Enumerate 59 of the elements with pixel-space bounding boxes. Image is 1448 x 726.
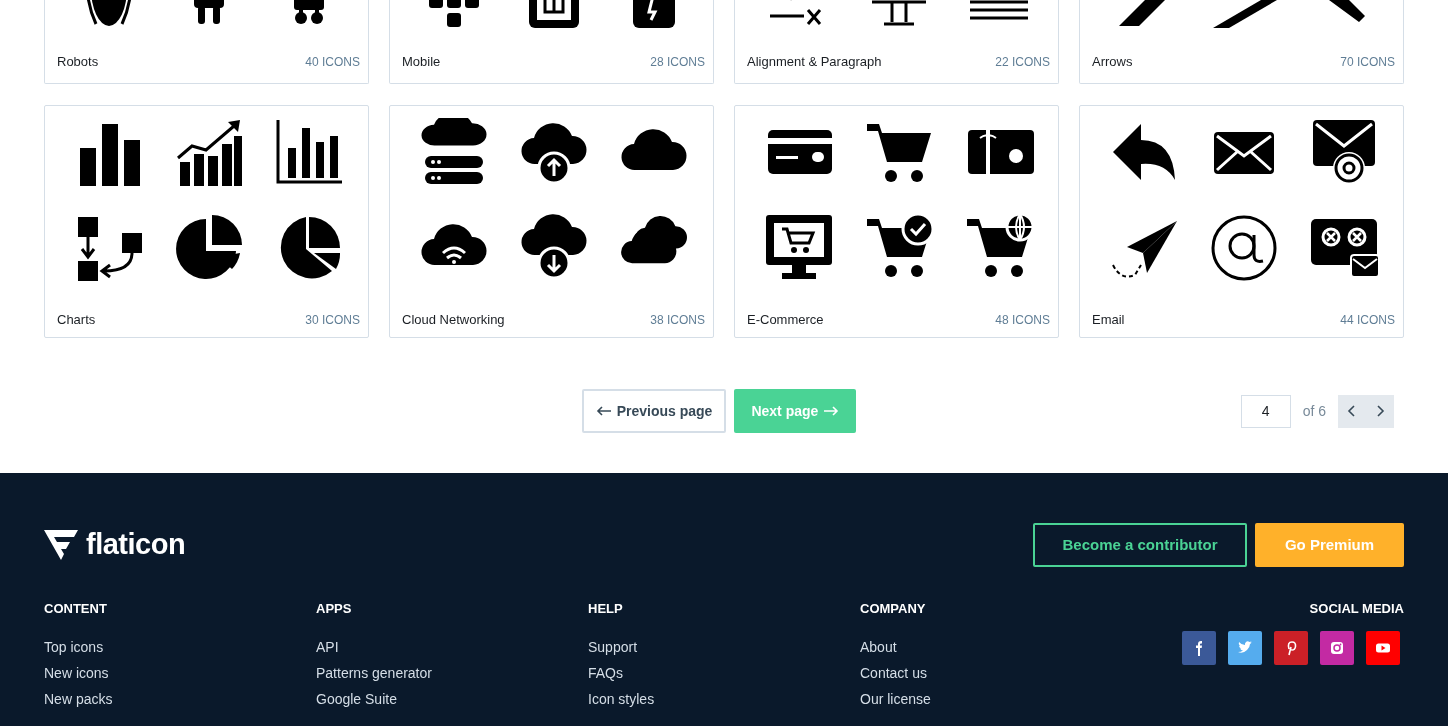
icon-count: 30 ICONS xyxy=(305,311,360,329)
footer-link[interactable]: New packs xyxy=(44,685,316,712)
icon-count: 22 ICONS xyxy=(995,53,1050,71)
pack-title: Charts xyxy=(57,311,96,329)
footer-link[interactable]: Patterns generator xyxy=(316,659,588,686)
social-media-button[interactable] xyxy=(1320,630,1354,665)
icon-count: 38 ICONS xyxy=(650,311,705,329)
instagram-icon xyxy=(1329,639,1345,656)
chevron-right-icon xyxy=(1375,404,1385,418)
pack-card[interactable]: E-Commerce 48 ICONS xyxy=(734,105,1059,338)
pack-title: Email xyxy=(1092,311,1125,329)
social-media-button[interactable] xyxy=(1228,630,1262,665)
twitter-icon xyxy=(1237,639,1253,656)
social-media-button[interactable] xyxy=(1366,630,1400,665)
right-arrow-icon xyxy=(823,406,840,416)
chevron-left-icon xyxy=(1347,404,1357,418)
footer-link[interactable]: New icons xyxy=(44,659,316,686)
social-media-button[interactable] xyxy=(1274,630,1308,665)
logo-text: flaticon xyxy=(86,527,186,563)
footer-link[interactable]: Google Suite xyxy=(316,685,588,712)
icon-count: 28 ICONS xyxy=(650,53,705,71)
facebook-icon xyxy=(1196,639,1202,656)
icon-count: 48 ICONS xyxy=(995,311,1050,329)
column-heading: CONTENT xyxy=(44,600,108,618)
pack-title: Arrows xyxy=(1092,53,1133,71)
footer-link[interactable]: API xyxy=(316,633,588,660)
pack-title: Mobile xyxy=(402,53,441,71)
previous-page-button[interactable]: Previous page xyxy=(581,389,727,433)
column-heading: APPS xyxy=(316,600,353,618)
contributor-button[interactable]: Become a contributor xyxy=(1033,523,1247,567)
footer-link[interactable]: Our license xyxy=(860,685,1132,712)
page-number-field[interactable]: 4 xyxy=(1240,394,1291,428)
pack-title: Robots xyxy=(57,53,99,71)
pack-card[interactable]: Email 44 ICONS xyxy=(1079,105,1404,338)
column-heading: HELP xyxy=(588,600,624,618)
footer-link[interactable]: Contact us xyxy=(860,659,1132,686)
pack-card[interactable]: Cloud Networking 38 ICONS xyxy=(389,105,714,338)
footer-link[interactable]: Icon styles xyxy=(588,685,860,712)
pack-title: E-Commerce xyxy=(747,311,824,329)
footer-link[interactable]: About xyxy=(860,633,1132,660)
pack-card[interactable]: Charts 30 ICONS xyxy=(44,105,369,338)
icon-count: 70 ICONS xyxy=(1340,53,1395,71)
footer-link[interactable]: Support xyxy=(588,633,860,660)
icon-count: 44 ICONS xyxy=(1340,311,1395,329)
column-heading: SOCIAL MEDIA xyxy=(1308,600,1404,618)
page-total: of 6 xyxy=(1302,401,1326,421)
column-heading: COMPANY xyxy=(860,600,927,618)
footer-link[interactable]: Top icons xyxy=(44,633,316,660)
pack-card[interactable]: Mobile 28 ICONS xyxy=(389,0,714,84)
pack-card[interactable]: Alignment & Paragraph 22 ICONS xyxy=(734,0,1059,84)
pack-title: Alignment & Paragraph xyxy=(747,53,882,71)
icon-count: 40 ICONS xyxy=(305,53,360,71)
left-arrow-icon xyxy=(595,406,612,416)
pack-card[interactable]: Robots 40 ICONS xyxy=(44,0,369,84)
pack-card[interactable]: Arrows 70 ICONS xyxy=(1079,0,1404,84)
footer-link[interactable]: FAQs xyxy=(588,659,860,686)
logo-icon xyxy=(44,530,78,560)
pack-title: Cloud Networking xyxy=(402,311,505,329)
social-media-button[interactable] xyxy=(1182,630,1216,665)
